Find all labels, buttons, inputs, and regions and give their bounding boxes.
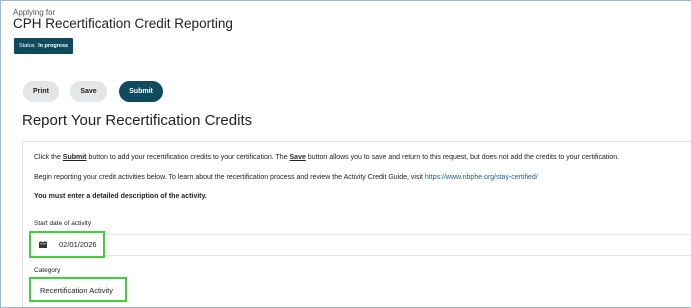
instruction-text: button to add your recertification credi… — [86, 154, 290, 161]
stay-certified-link[interactable]: https://www.nbphe.org/stay-certified/ — [425, 174, 538, 181]
category-value: Recertification Activity — [40, 286, 113, 295]
print-button[interactable]: Print — [23, 81, 59, 102]
status-badge: Status In progress — [14, 38, 74, 54]
instruction-description-required: You must enter a detailed description of… — [34, 193, 207, 200]
status-value: In progress — [38, 43, 69, 49]
start-date-label: Start date of activity — [34, 220, 92, 227]
instruction-save-emphasis: Save — [289, 154, 306, 161]
start-date-value: 02/01/2026 — [59, 240, 97, 249]
submit-button[interactable]: Submit — [119, 81, 163, 102]
instruction-text: button allows you to save and return to … — [305, 154, 620, 161]
start-date-row — [104, 234, 691, 256]
status-label: Status — [19, 43, 35, 49]
calendar-icon[interactable] — [39, 241, 47, 248]
instruction-text: Begin reporting your credit activities b… — [34, 174, 425, 181]
save-button[interactable]: Save — [70, 81, 107, 102]
page-title: CPH Recertification Credit Reporting — [13, 16, 233, 31]
category-label: Category — [34, 267, 61, 274]
application-window: Applying for CPH Recertification Credit … — [0, 0, 691, 308]
instruction-submit-emphasis: Submit — [62, 154, 87, 161]
section-title: Report Your Recertification Credits — [22, 112, 253, 129]
instruction-begin-reporting: Begin reporting your credit activities b… — [34, 174, 538, 181]
instruction-submit-save: Click the Submit button to add your rece… — [34, 154, 619, 161]
instruction-text: Click the — [34, 154, 63, 161]
category-field[interactable]: Recertification Activity — [29, 277, 127, 302]
start-date-field[interactable]: 02/01/2026 — [29, 231, 105, 258]
